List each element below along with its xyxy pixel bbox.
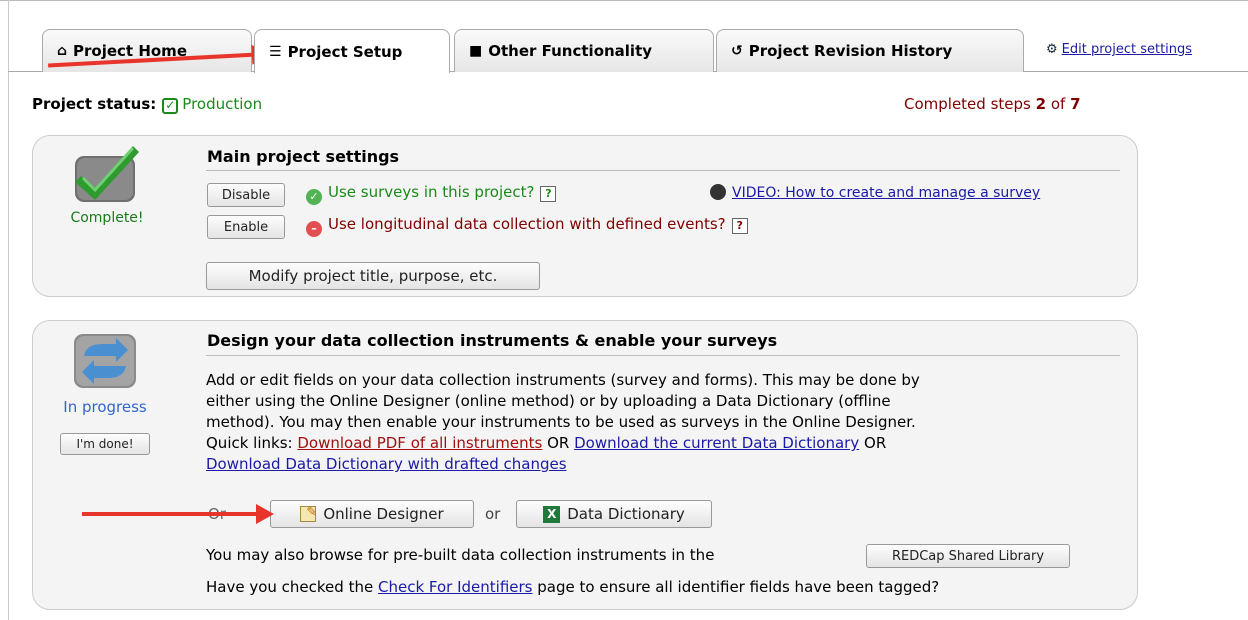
download-data-dictionary-link[interactable]: Download the current Data Dictionary [574, 434, 859, 452]
check-circle-icon: ✓ [306, 189, 322, 205]
tab-project-setup[interactable]: ☰ Project Setup [254, 29, 450, 73]
identifiers-pre: Have you checked the [206, 578, 374, 596]
checkmark-icon [75, 146, 139, 202]
or-text: OR [547, 434, 570, 452]
video-link[interactable]: VIDEO: How to create and manage a survey [732, 185, 1040, 201]
square-icon: ■ [469, 43, 483, 59]
status-value: Production [182, 95, 263, 113]
tab-label: Project Setup [287, 42, 403, 61]
minus-circle-icon: – [306, 221, 322, 237]
im-done-button[interactable]: I'm done! [60, 433, 150, 455]
film-reel-icon [710, 184, 726, 200]
in-progress-status-block: In progress [50, 330, 160, 416]
identifiers-post: page to ensure all identifier fields hav… [537, 578, 940, 596]
tab-project-revision-history[interactable]: ↺ Project Revision History [716, 29, 1024, 72]
quick-links-label: Quick links: [206, 434, 293, 452]
longitudinal-setting: – Use longitudinal data collection with d… [306, 215, 748, 237]
complete-status-block: Complete! [52, 140, 162, 226]
in-progress-label: In progress [63, 398, 147, 416]
online-designer-button[interactable]: ✎ Online Designer [270, 500, 474, 528]
help-icon[interactable]: ? [731, 218, 748, 234]
tab-label: Other Functionality [488, 42, 653, 60]
home-icon: ⌂ [57, 43, 68, 59]
edit-project-settings-link[interactable]: ⚙ Edit project settings [1046, 42, 1192, 57]
tab-other-functionality[interactable]: ■ Other Functionality [454, 29, 714, 72]
status-label: Project status: [32, 95, 157, 113]
enable-longitudinal-button[interactable]: Enable [207, 215, 285, 239]
window-top-border [0, 0, 1248, 6]
edit-settings-label: Edit project settings [1061, 42, 1193, 57]
checkbox-icon: ✓ [162, 98, 179, 114]
modify-project-title-button[interactable]: Modify project title, purpose, etc. [206, 262, 540, 290]
design-instruments-heading: Design your data collection instruments … [207, 331, 778, 350]
longitudinal-setting-text: Use longitudinal data collection with de… [328, 215, 726, 233]
completed-of: of [1050, 95, 1066, 113]
surveys-setting: ✓ Use surveys in this project?? [306, 183, 557, 205]
completed-done: 2 [1035, 95, 1047, 113]
pencil-doc-icon: ✎ [300, 505, 317, 522]
history-icon: ↺ [731, 43, 743, 59]
online-designer-label: Online Designer [323, 505, 444, 523]
redcap-shared-library-button[interactable]: REDCap Shared Library [866, 544, 1070, 568]
shared-library-text: You may also browse for pre-built data c… [206, 546, 715, 564]
excel-icon: X [543, 505, 561, 523]
or-text: or [485, 505, 501, 523]
download-drafted-dictionary-link[interactable]: Download Data Dictionary with drafted ch… [206, 455, 567, 473]
completed-prefix: Completed steps [904, 95, 1031, 113]
data-dictionary-button[interactable]: X Data Dictionary [516, 500, 712, 528]
completed-total: 7 [1070, 95, 1081, 113]
help-icon[interactable]: ? [540, 186, 557, 202]
surveys-setting-text: Use surveys in this project? [328, 183, 535, 201]
heading-divider [206, 355, 1120, 356]
heading-divider [206, 170, 1120, 171]
annotation-arrow-online-designer [82, 504, 274, 524]
project-status: Project status: ✓ Production [32, 95, 262, 114]
check-identifiers-link[interactable]: Check For Identifiers [378, 578, 533, 596]
description-line: Add or edit fields on your data collecti… [206, 371, 920, 389]
drafted-link-line: Download Data Dictionary with drafted ch… [206, 454, 1126, 475]
gear-icon: ⚙ [1046, 42, 1058, 57]
tab-label: Project Revision History [748, 42, 953, 60]
video-link-row: VIDEO: How to create and manage a survey [710, 184, 1040, 201]
download-pdf-link[interactable]: Download PDF of all instruments [297, 434, 542, 452]
instruments-description: Add or edit fields on your data collecti… [206, 370, 1126, 475]
identifiers-line: Have you checked the Check For Identifie… [206, 578, 939, 596]
refresh-icon [74, 334, 136, 388]
description-line: either using the Online Designer (online… [206, 392, 891, 410]
or-text: OR [864, 434, 887, 452]
main-settings-heading: Main project settings [207, 147, 400, 166]
data-dictionary-label: Data Dictionary [567, 505, 685, 523]
window-left-border [8, 0, 9, 620]
description-line: method). You may then enable your instru… [206, 413, 916, 431]
completed-steps: Completed steps 2 of 7 [904, 95, 1081, 113]
list-icon: ☰ [269, 43, 282, 60]
disable-surveys-button[interactable]: Disable [207, 183, 285, 207]
quick-links-line: Quick links: Download PDF of all instrum… [206, 433, 1126, 454]
complete-label: Complete! [70, 210, 144, 226]
